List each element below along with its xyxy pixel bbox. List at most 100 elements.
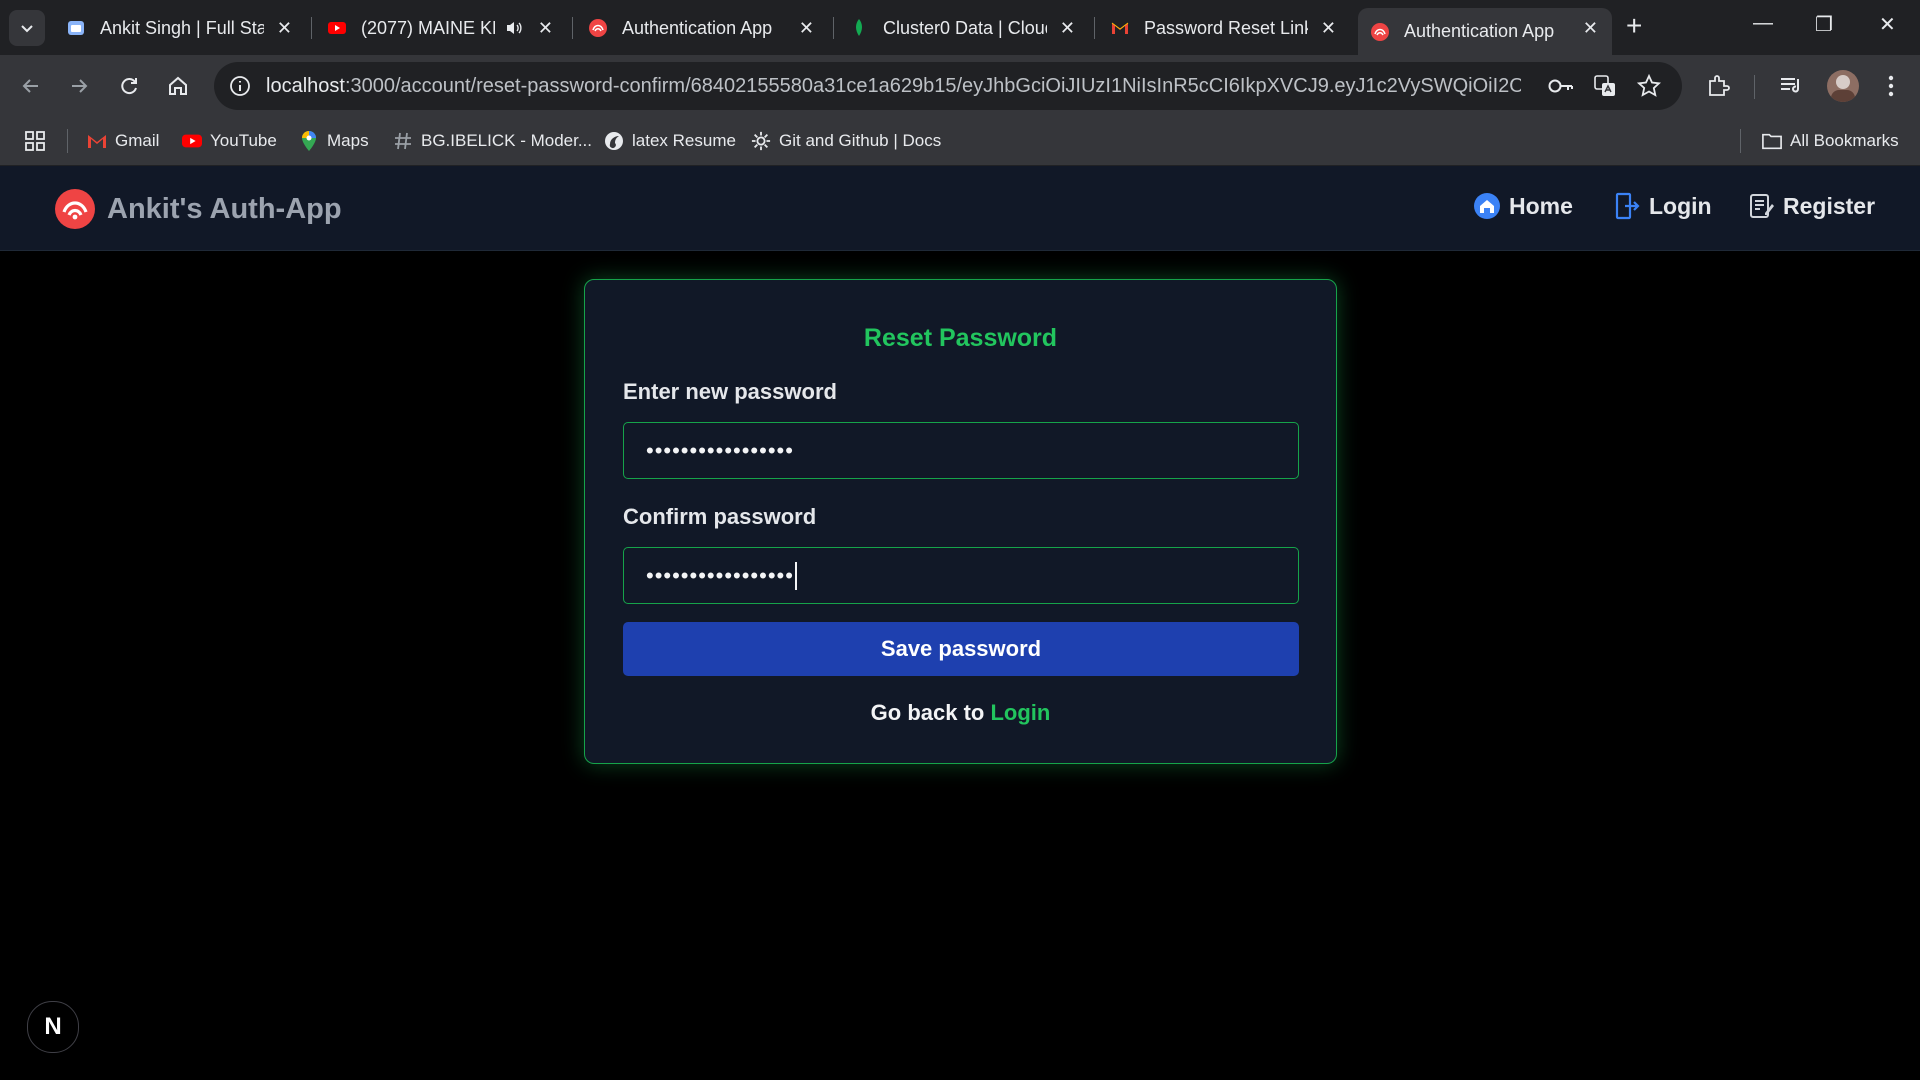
nav-home-link[interactable]: Home (1473, 192, 1573, 220)
new-password-label: Enter new password (623, 379, 837, 404)
bookmark-maps[interactable]: Maps (299, 129, 369, 153)
bookmark-label: YouTube (210, 131, 277, 150)
bookmark-gmail[interactable]: Gmail (87, 129, 159, 153)
nav-register-link[interactable]: Register (1749, 192, 1875, 220)
bookmark-label: Gmail (115, 131, 160, 150)
tab-title: Authentication App (1404, 21, 1555, 41)
all-bookmarks-button[interactable]: All Bookmarks (1762, 129, 1899, 153)
back-button[interactable] (16, 71, 46, 101)
translate-icon[interactable] (1593, 74, 1617, 98)
url-host: localhost (266, 75, 345, 97)
media-controls-icon[interactable] (1778, 73, 1804, 99)
tab-gmail-reset-link[interactable]: Password Reset Link - ✕ (1110, 8, 1350, 48)
nextjs-dev-badge[interactable]: N (27, 1001, 79, 1053)
bookmark-label: latex Resume (632, 131, 736, 150)
tab-title: (2077) MAINE KHU (361, 17, 495, 38)
form-title: Reset Password (863, 324, 1058, 352)
back-to-login-text: Go back to Login (585, 700, 1336, 726)
reload-icon (121, 78, 137, 95)
bookmark-youtube[interactable]: YouTube (182, 129, 277, 153)
mongodb-leaf-icon (856, 19, 862, 36)
confirm-password-value: ••••••••••••••••• (646, 562, 794, 588)
login-door-icon (1615, 192, 1640, 220)
gmail-icon (1111, 22, 1129, 34)
close-icon[interactable]: ✕ (538, 19, 553, 37)
arrow-right-icon (72, 79, 88, 93)
tab-title: Authentication App (622, 17, 773, 38)
tab-mongodb-cluster[interactable]: Cluster0 Data | Cloud: ✕ (849, 8, 1089, 48)
url-path: :3000/account/reset-password-confirm/684… (344, 75, 1521, 97)
tab-youtube[interactable]: (2077) MAINE KHU ✕ (327, 8, 567, 48)
app-logo-icon (55, 189, 95, 229)
page-icon (68, 21, 84, 35)
tab-title: Password Reset Link - (1144, 17, 1308, 38)
tab-portfolio[interactable]: Ankit Singh | Full Stack ✕ (66, 8, 306, 48)
close-icon[interactable]: ✕ (799, 19, 814, 37)
bookmarks-divider (1740, 129, 1741, 153)
tab-separator (572, 17, 573, 39)
brand-name: Ankit's Auth-App (107, 192, 342, 225)
profile-avatar[interactable] (1827, 70, 1859, 102)
new-tab-button[interactable]: + (1626, 11, 1642, 41)
new-password-input[interactable]: ••••••••••••••••• (623, 422, 1299, 479)
all-bookmarks-label: All Bookmarks (1790, 131, 1899, 150)
folder-icon (1762, 133, 1782, 150)
bookmarks-bar: Gmail YouTube Maps BG.IBELICK - Moder...… (0, 117, 1920, 166)
url-text[interactable]: localhost:3000/account/reset-password-co… (266, 75, 1521, 98)
close-icon[interactable]: ✕ (1583, 19, 1598, 37)
tab-separator (833, 17, 834, 39)
site-info-icon[interactable] (229, 75, 251, 97)
back-text: Go back to (870, 700, 985, 725)
extensions-puzzle-icon[interactable] (1706, 73, 1732, 99)
home-icon (169, 76, 187, 95)
tab-search-button[interactable] (9, 10, 45, 46)
tab-authentication-app[interactable]: Authentication App ✕ (588, 8, 828, 48)
password-key-icon[interactable] (1547, 75, 1575, 97)
more-options-icon[interactable] (1887, 74, 1895, 98)
tab-title: Ankit Singh | Full Stack (100, 17, 264, 38)
gear-icon (751, 131, 771, 151)
apps-grid-icon[interactable] (24, 130, 46, 152)
toolbar-divider (1754, 75, 1755, 99)
brand[interactable]: Ankit's Auth-App (54, 188, 342, 230)
minimize-window-button[interactable]: — (1753, 12, 1773, 35)
maps-pin-icon (302, 131, 316, 151)
chevron-down-icon (21, 25, 33, 33)
restore-window-button[interactable]: ❐ (1815, 12, 1833, 37)
tab-strip: Ankit Singh | Full Stack ✕ (2077) MAINE … (0, 0, 1920, 55)
bookmark-latex-resume[interactable]: latex Resume (604, 129, 736, 153)
close-icon[interactable]: ✕ (277, 19, 292, 37)
speaker-icon[interactable] (505, 19, 523, 37)
text-caret (794, 561, 797, 590)
bookmark-bg-ibelick[interactable]: BG.IBELICK - Moder... (393, 129, 592, 153)
tab-separator (311, 17, 312, 39)
app-logo-icon (1371, 22, 1389, 41)
home-button[interactable] (163, 71, 193, 101)
bookmark-label: Git and Github | Docs (779, 131, 942, 150)
confirm-password-label: Confirm password (623, 504, 817, 529)
register-form-icon (1750, 194, 1774, 218)
arrow-left-icon (22, 79, 38, 93)
nav-login-link[interactable]: Login (1615, 192, 1712, 220)
login-link[interactable]: Login (990, 700, 1050, 725)
gmail-icon (88, 135, 106, 148)
new-password-value: ••••••••••••••••• (646, 437, 794, 463)
tab-title: Cluster0 Data | Cloud: (883, 17, 1047, 38)
close-icon[interactable]: ✕ (1060, 19, 1075, 37)
hash-icon (395, 132, 411, 150)
close-window-button[interactable]: ✕ (1879, 12, 1896, 37)
forward-button[interactable] (64, 71, 94, 101)
nav-login-label: Login (1649, 192, 1712, 219)
close-icon[interactable]: ✕ (1321, 19, 1336, 37)
app-navbar: Ankit's Auth-App Home Login Register (0, 166, 1920, 251)
bookmark-git-github-docs[interactable]: Git and Github | Docs (751, 129, 941, 153)
save-password-button[interactable]: Save password (623, 622, 1299, 676)
bookmark-label: BG.IBELICK - Moder... (421, 131, 593, 150)
tab-authentication-app-active[interactable]: Authentication App ✕ (1358, 8, 1612, 55)
nav-home-label: Home (1509, 192, 1573, 219)
address-bar[interactable]: localhost:3000/account/reset-password-co… (214, 62, 1682, 110)
app-logo-icon (589, 19, 607, 37)
bookmark-star-icon[interactable] (1637, 74, 1661, 98)
reload-button[interactable] (114, 71, 144, 101)
confirm-password-input[interactable]: ••••••••••••••••• (623, 547, 1299, 604)
